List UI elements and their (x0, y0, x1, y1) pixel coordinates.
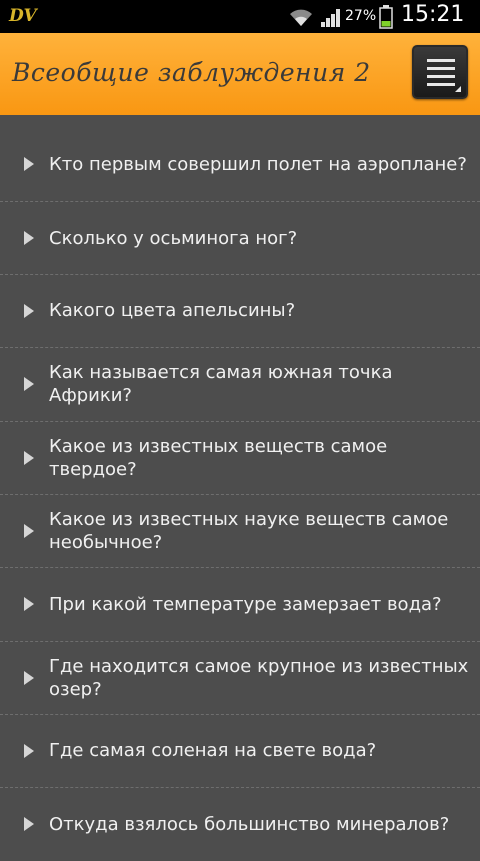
list-item[interactable]: Какое из известных науке веществ самое н… (0, 495, 480, 568)
app-bar: Всеобщие заблуждения 2 (0, 33, 480, 115)
chevron-right-icon (24, 744, 34, 758)
chevron-right-icon (24, 157, 34, 171)
chevron-right-icon (24, 597, 34, 611)
battery-percent: 27% (345, 8, 377, 24)
question-text: При какой температуре замерзает вода? (49, 594, 442, 615)
list-item[interactable]: Какого цвета апельсины? (0, 275, 480, 348)
menu-button[interactable] (412, 45, 468, 99)
list-item[interactable]: Откуда взялось большинство минералов? (0, 788, 480, 861)
question-list: Кто первым совершил полет на аэроплане? … (0, 128, 480, 861)
chevron-right-icon (24, 451, 34, 465)
chevron-right-icon (24, 377, 34, 391)
question-text: Где находится самое крупное из известных… (49, 656, 469, 700)
app-notification-icon: DV (9, 6, 37, 26)
status-clock: 15:21 (401, 2, 465, 27)
question-text: Сколько у осьминога ног? (49, 228, 298, 249)
question-text: Как называется самая южная точка Африки? (49, 362, 393, 406)
page-title: Всеобщие заблуждения 2 (12, 58, 371, 87)
chevron-right-icon (24, 231, 34, 245)
list-item[interactable]: Какое из известных веществ самое твердое… (0, 422, 480, 495)
list-item[interactable]: Где самая соленая на свете вода? (0, 715, 480, 788)
wifi-icon (290, 9, 312, 26)
question-text: Какое из известных веществ самое твердое… (49, 436, 388, 480)
question-text: Где самая соленая на свете вода? (49, 740, 377, 761)
list-item[interactable]: Сколько у осьминога ног? (0, 202, 480, 275)
list-item[interactable]: При какой температуре замерзает вода? (0, 568, 480, 642)
list-item[interactable]: Как называется самая южная точка Африки? (0, 348, 480, 422)
status-bar: DV 27% 15:21 (0, 0, 480, 33)
list-item[interactable]: Кто первым совершил полет на аэроплане? (0, 128, 480, 202)
chevron-right-icon (24, 304, 34, 318)
question-text: Кто первым совершил полет на аэроплане? (49, 154, 467, 175)
chevron-right-icon (24, 671, 34, 685)
question-text: Какого цвета апельсины? (49, 300, 296, 321)
question-text: Откуда взялось большинство минералов? (49, 814, 450, 835)
list-item[interactable]: Где находится самое крупное из известных… (0, 642, 480, 715)
chevron-right-icon (24, 524, 34, 538)
chevron-right-icon (24, 817, 34, 831)
battery-icon (379, 5, 393, 29)
signal-icon (321, 9, 340, 27)
question-text: Какое из известных науке веществ самое н… (49, 509, 449, 553)
